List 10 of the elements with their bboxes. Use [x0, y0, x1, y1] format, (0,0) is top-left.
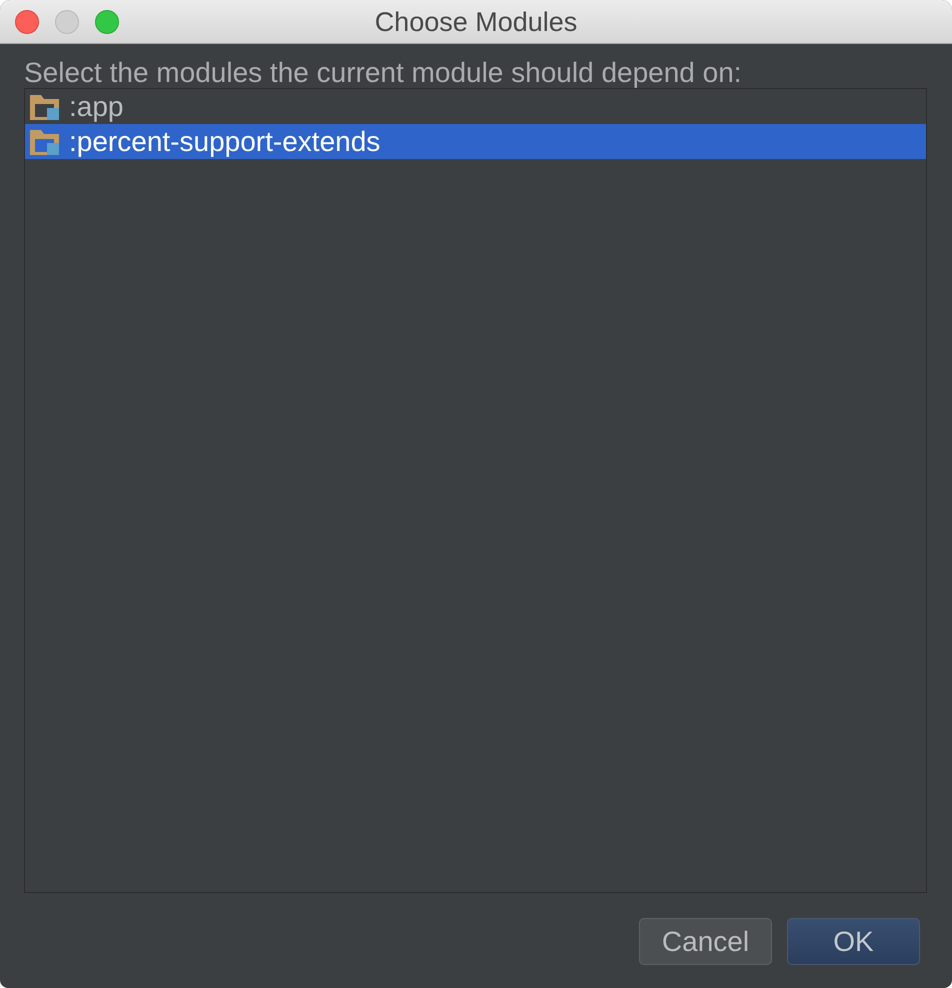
window-title: Choose Modules	[374, 6, 578, 38]
folder-icon	[30, 128, 60, 154]
zoom-icon[interactable]	[95, 10, 119, 34]
module-item[interactable]: :app	[25, 89, 926, 124]
ok-button[interactable]: OK	[787, 918, 920, 965]
cancel-button[interactable]: Cancel	[639, 918, 772, 965]
close-icon[interactable]	[15, 10, 39, 34]
module-item[interactable]: :percent-support-extends	[25, 124, 926, 159]
folder-icon	[30, 94, 60, 120]
prompt-label: Select the modules the current module should depend on:	[24, 58, 743, 88]
